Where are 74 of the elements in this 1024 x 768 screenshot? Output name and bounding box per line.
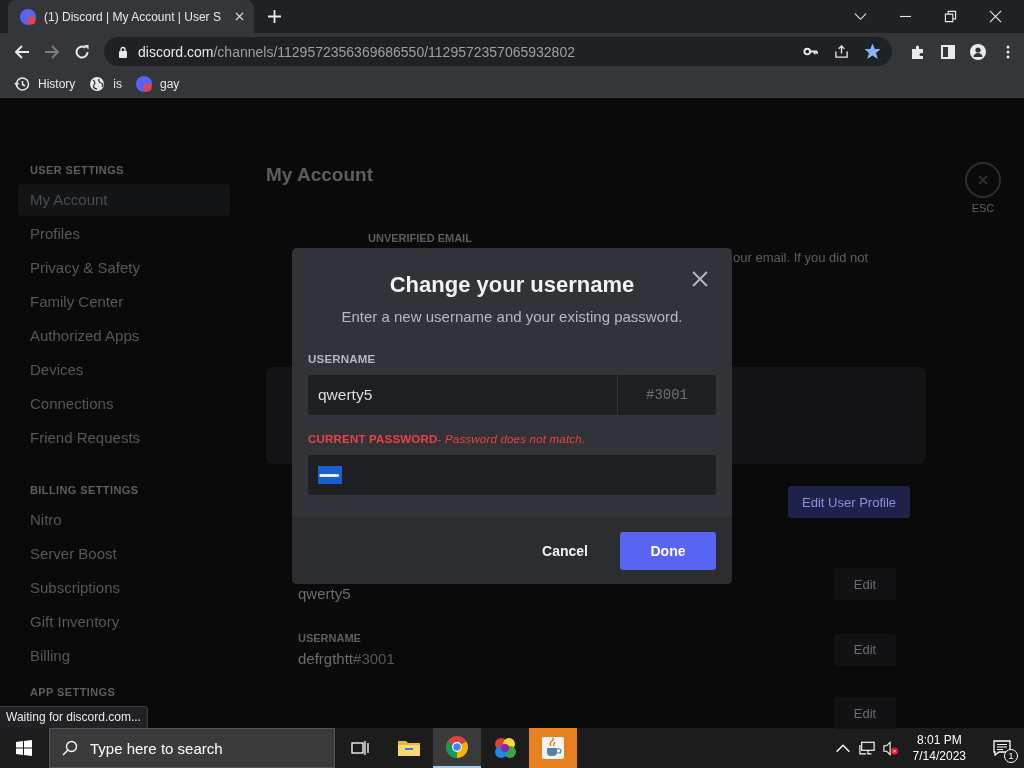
chevron-down-icon[interactable] (854, 10, 867, 23)
puzzle-icon[interactable] (910, 43, 926, 60)
message-icon (993, 740, 1011, 756)
reload-icon[interactable] (74, 43, 90, 60)
taskbar-button[interactable] (433, 728, 481, 768)
sidebar-item[interactable]: Nitro (18, 504, 230, 536)
search-field[interactable]: Type here to search (49, 728, 335, 768)
network-icon[interactable] (858, 740, 875, 756)
notice-text: our email. If you did not (733, 250, 870, 265)
field-label: USERNAME (308, 353, 377, 365)
bookmark[interactable]: History (14, 75, 76, 92)
discord-icon (20, 8, 36, 25)
sidebar-item[interactable]: Privacy & Safety (18, 252, 230, 284)
cancel-button[interactable]: Cancel (536, 541, 594, 560)
edit-button[interactable]: Edit (834, 568, 896, 600)
chrome-icon (445, 735, 469, 759)
sidebar-item[interactable]: Server Boost (18, 538, 230, 570)
url-text: discord.com/channels/1129572356369686550/1129572357065932802 (138, 43, 575, 60)
share-icon[interactable] (834, 44, 849, 59)
password-field[interactable]: •••••••••• (308, 455, 716, 495)
windows-icon[interactable] (16, 740, 32, 756)
field-label: CURRENT PASSWORD- Password does not match. (308, 433, 587, 445)
notification-button[interactable]: 1 (980, 728, 1024, 768)
speaker-icon[interactable] (882, 740, 899, 756)
section-heading: USER SETTINGS (29, 164, 125, 178)
dialog-subtitle: Enter a new username and your existing password. (340, 308, 684, 325)
dialog-title: Change your username (388, 272, 636, 298)
notification-count: 1 (1004, 749, 1018, 763)
discriminator: #3001 (617, 375, 716, 415)
new-tab-icon[interactable] (268, 10, 281, 23)
clock-icon (14, 75, 30, 92)
sidebar-item[interactable]: Authorized Apps (18, 320, 230, 352)
sidebar-item[interactable]: Subscriptions (18, 572, 230, 604)
done-button[interactable]: Done (620, 531, 716, 570)
sidebar-item[interactable]: Connections (18, 388, 230, 420)
profile-icon[interactable] (970, 43, 986, 60)
sidebar-item[interactable]: Family Center (18, 286, 230, 318)
status-bubble: Waiting for discord.com... (0, 706, 148, 728)
restore-icon[interactable] (944, 10, 957, 23)
clock[interactable]: 8:01 PM 7/14/2023 (912, 732, 966, 764)
sidebar-item[interactable]: Devices (18, 354, 230, 386)
sidebar-item[interactable]: Friend Requests (18, 422, 230, 454)
sidebar-item[interactable]: Profiles (18, 218, 230, 250)
close-icon[interactable] (692, 271, 708, 287)
edit-profile-button[interactable]: Edit User Profile (788, 486, 910, 518)
sidebar-item[interactable]: My Account (18, 184, 230, 216)
field-label: USERNAME (298, 632, 362, 644)
edit-button[interactable]: Edit (834, 697, 896, 729)
edit-button[interactable]: Edit (834, 633, 896, 666)
globe-icon (89, 75, 106, 92)
notice-heading: UNVERIFIED EMAIL (368, 232, 473, 244)
section-heading: APP SETTINGS (29, 686, 117, 700)
username-field[interactable]: qwerty5 #3001 (308, 375, 716, 415)
bookmark[interactable]: gay (136, 75, 180, 92)
esc-label: ESC (971, 202, 995, 214)
address-bar[interactable]: discord.com/channels/1129572356369686550/1129572357065932802 (104, 37, 892, 66)
sidebar-item[interactable]: Billing (18, 640, 230, 672)
browser-tab[interactable]: (1) Discord | My Account | User S (8, 0, 254, 33)
side-panel-icon[interactable] (940, 43, 956, 60)
discord-icon (136, 75, 152, 92)
section-heading: BILLING SETTINGS (29, 484, 140, 498)
tab-title: (1) Discord | My Account | User S (44, 9, 222, 24)
lock-icon (118, 45, 128, 58)
bookmark[interactable]: is (89, 75, 122, 92)
search-icon (62, 740, 78, 756)
field-value: qwerty5 (298, 585, 351, 602)
star-icon[interactable] (865, 44, 880, 59)
back-icon[interactable] (14, 43, 30, 60)
task-view-icon[interactable] (351, 740, 369, 756)
field-value: defrgthtt#3001 (298, 650, 395, 667)
color-wheel-icon (493, 736, 517, 760)
page-title: My Account (266, 164, 373, 187)
coffee-cup-icon (541, 736, 565, 760)
sidebar-item[interactable]: Gift Inventory (18, 606, 230, 638)
